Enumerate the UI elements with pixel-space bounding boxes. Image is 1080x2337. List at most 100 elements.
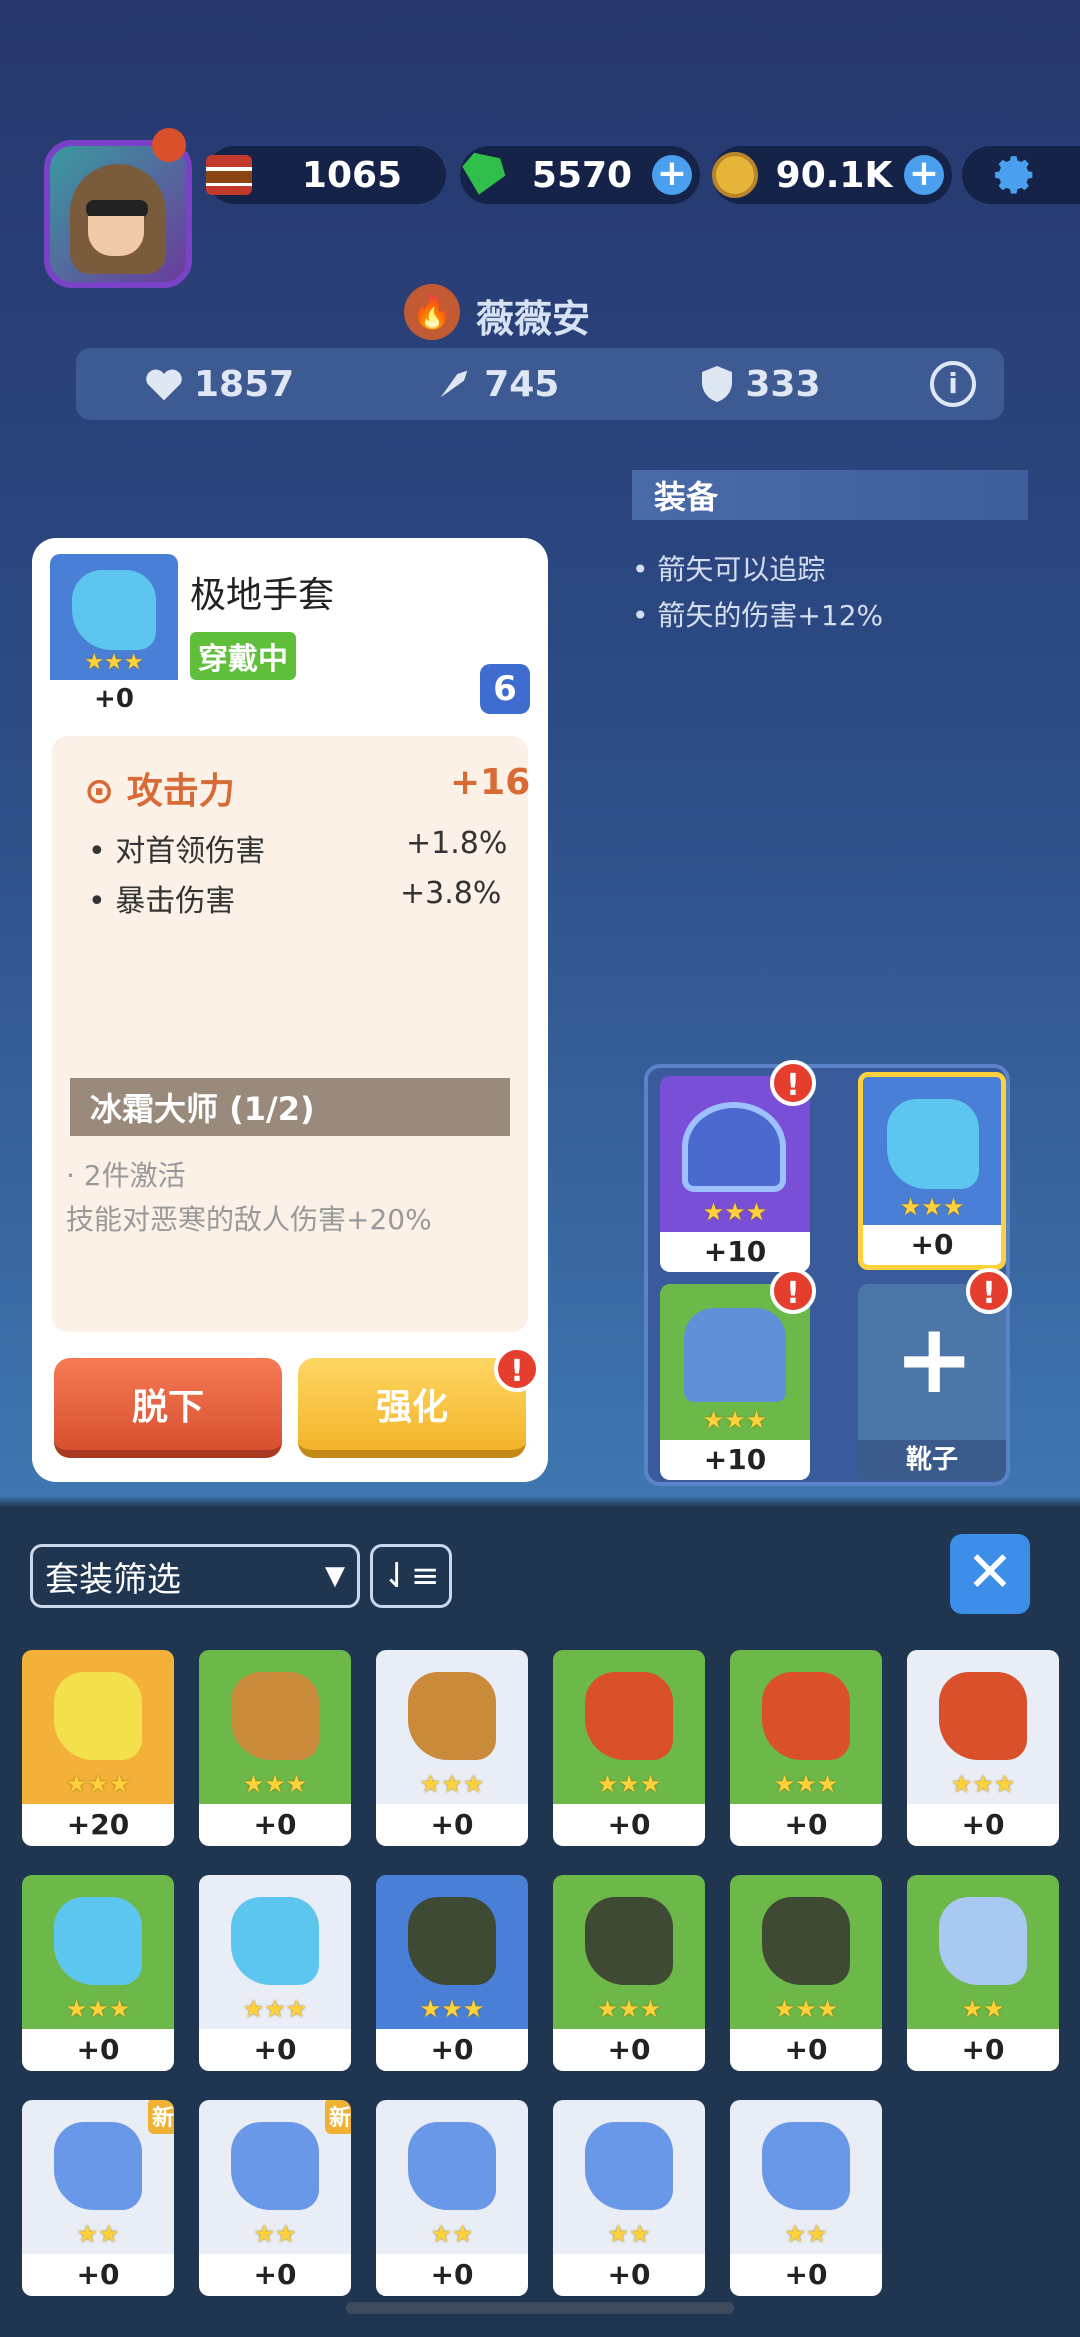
glove-icon: [408, 1672, 496, 1760]
upgrade-alert-icon: !: [494, 1346, 540, 1392]
inventory-item[interactable]: ★★★ +20: [22, 1650, 174, 1846]
inventory-item[interactable]: ★★★ +0: [553, 1875, 705, 2071]
helmet-icon: [682, 1102, 786, 1192]
glove-icon: [939, 1897, 1027, 1985]
attack-stat: 745: [434, 364, 559, 405]
inventory-item[interactable]: ★★★ +0: [199, 1875, 351, 2071]
item-enhance-label: +0: [907, 2029, 1059, 2071]
item-enhance-label: +0: [199, 2029, 351, 2071]
item-stars: ★★★: [65, 1770, 131, 1798]
glove-icon: [762, 1672, 850, 1760]
glove-icon: [72, 570, 156, 650]
inventory-item[interactable]: ★★★ +0: [376, 1875, 528, 2071]
inventory-item[interactable]: ★★★ +0: [730, 1875, 882, 2071]
glove-icon: [939, 1672, 1027, 1760]
inventory-item[interactable]: ★★★ +0: [22, 1875, 174, 2071]
inventory-item[interactable]: ★★★ +0: [730, 1650, 882, 1846]
glove-icon: [231, 2122, 319, 2210]
home-indicator[interactable]: [346, 2302, 734, 2314]
item-enhance-label: +0: [730, 2029, 882, 2071]
stats-bar: 1857 745 333 i: [76, 348, 1004, 420]
add-icon: +: [894, 1303, 975, 1415]
glove-icon: [762, 2122, 850, 2210]
slot-label: +10: [660, 1440, 810, 1480]
sort-icon: ⇃≡: [382, 1556, 440, 1596]
slot-gloves[interactable]: ★★★ +0: [858, 1072, 1006, 1270]
glove-icon: [408, 1897, 496, 1985]
sub-attr-label: • 暴击伤害: [88, 884, 236, 919]
item-enhance-label: +0: [376, 2029, 528, 2071]
item-enhance-label: +0: [553, 1804, 705, 1846]
remove-button[interactable]: 脱下: [54, 1358, 282, 1458]
item-stars: ★★: [784, 2220, 828, 2248]
inventory-item[interactable]: ★★★ +0: [199, 1650, 351, 1846]
item-enhance-label: +0: [553, 2029, 705, 2071]
set-effect: 技能对恶寒的敌人伤害+20%: [66, 1203, 432, 1236]
glove-icon: [408, 2122, 496, 2210]
inventory-item[interactable]: ★★★ +0: [907, 1650, 1059, 1846]
item-enhance-label: +20: [22, 1804, 174, 1846]
inventory-item[interactable]: ★★ +0: [376, 2100, 528, 2296]
item-stars: ★★★: [596, 1995, 662, 2023]
glove-icon: [231, 1672, 319, 1760]
cake-icon: [200, 146, 258, 204]
item-stars: ★★: [76, 2220, 120, 2248]
item-enhance-label: +0: [376, 2254, 528, 2296]
item-stars: ★★★: [242, 1995, 308, 2023]
arrow-icon: [440, 370, 468, 398]
item-enhance-label: +0: [730, 1804, 882, 1846]
glove-icon: [762, 1897, 850, 1985]
set-banner: 冰霜大师 (1/2): [70, 1078, 510, 1136]
settings-button[interactable]: [962, 146, 1080, 204]
item-enhance: +0: [50, 680, 178, 718]
player-avatar[interactable]: [44, 140, 192, 288]
item-enhance-label: +0: [199, 2254, 351, 2296]
new-badge: 新: [147, 2100, 174, 2134]
glove-icon: [585, 1897, 673, 1985]
item-stars: ★★: [961, 1995, 1005, 2023]
equipment-header: 装备: [632, 470, 1028, 520]
inventory-item[interactable]: ★★ +0: [553, 2100, 705, 2296]
inventory-item[interactable]: ★★★ +0: [376, 1650, 528, 1846]
sort-button[interactable]: ⇃≡: [370, 1544, 452, 1608]
upgrade-button[interactable]: 强化: [298, 1358, 526, 1458]
inventory-item[interactable]: ★★ +0 新: [22, 2100, 174, 2296]
set-filter-dropdown[interactable]: 套装筛选 ▼: [30, 1544, 360, 1608]
shield-icon: [702, 366, 733, 402]
item-stars: ★★★: [596, 1770, 662, 1798]
armor-icon: [684, 1308, 786, 1402]
gem-icon: [454, 146, 512, 204]
item-stars: ★★: [607, 2220, 651, 2248]
slot-alert-icon: !: [770, 1268, 816, 1314]
glove-icon: [231, 1897, 319, 1985]
main-attr-label: ⊙ 攻击力: [84, 771, 235, 812]
add-gems-button[interactable]: +: [652, 155, 692, 195]
glove-icon: [887, 1099, 979, 1189]
slot-label: +10: [660, 1232, 810, 1272]
gem-value: 5570: [531, 154, 633, 196]
avatar-badge-icon: [152, 128, 186, 162]
info-button[interactable]: i: [930, 361, 976, 407]
coin-icon: [706, 146, 764, 204]
glove-icon: [585, 1672, 673, 1760]
defense-value: 333: [745, 363, 821, 405]
item-stars: ★★★: [242, 1770, 308, 1798]
defense-stat: 333: [699, 363, 821, 405]
item-thumbnail: ★★★ +0: [50, 554, 178, 718]
item-stars: ★★★: [950, 1770, 1016, 1798]
item-enhance-label: +0: [22, 2254, 174, 2296]
close-button[interactable]: ✕: [950, 1534, 1030, 1614]
sub-attr-value: +3.8%: [400, 876, 502, 911]
info-icon: i: [948, 367, 958, 400]
cake-counter: 1065: [206, 146, 446, 204]
inventory-item[interactable]: ★★ +0: [907, 1875, 1059, 2071]
add-coins-button[interactable]: +: [904, 155, 944, 195]
hp-stat: 1857: [144, 364, 294, 405]
inventory-item[interactable]: ★★★ +0: [553, 1650, 705, 1846]
heart-icon: [146, 369, 182, 401]
inventory-item[interactable]: ★★ +0 新: [199, 2100, 351, 2296]
item-stars: ★★★: [84, 650, 144, 675]
inventory-item[interactable]: ★★ +0: [730, 2100, 882, 2296]
item-stars: ★★★: [773, 1995, 839, 2023]
item-enhance-label: +0: [553, 2254, 705, 2296]
